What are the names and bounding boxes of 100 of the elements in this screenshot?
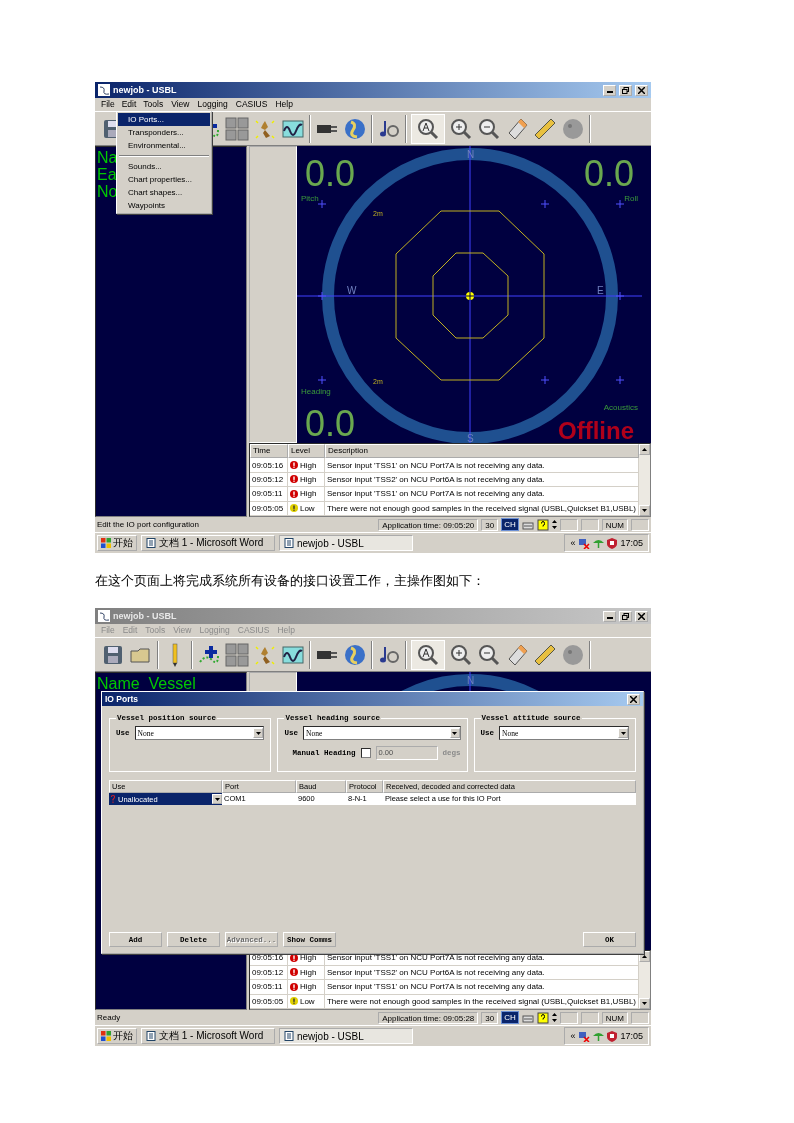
magnifier-letter-icon[interactable] — [416, 116, 440, 141]
table-cell: 09:05:11 — [249, 487, 288, 502]
compass-letter: W — [346, 285, 357, 296]
readout-label: Heading — [300, 387, 331, 396]
magnifier-letter-icon[interactable] — [416, 642, 440, 667]
menu-option[interactable]: Environmental... — [118, 139, 210, 152]
taskbar-task[interactable]: 文档 1 - Microsoft Word — [141, 1028, 275, 1044]
ruler-icon[interactable] — [533, 116, 557, 141]
dialog-title: IO Ports — [105, 694, 140, 704]
close-icon — [638, 612, 645, 620]
tray-expand-button[interactable]: « — [570, 538, 576, 548]
table-cell: Sensor input 'TSS2' on NCU Port6A is not receiving any data. — [324, 965, 639, 980]
table-cell: 09:05:11 — [249, 980, 288, 995]
taskbar-task[interactable]: 文档 1 - Microsoft Word — [141, 535, 275, 551]
app-count: 30 — [481, 518, 499, 531]
menu-option[interactable]: Waypoints — [118, 199, 210, 212]
close-button[interactable] — [635, 84, 648, 96]
plus-mark — [317, 291, 327, 301]
menu-item[interactable]: Logging — [193, 98, 232, 111]
shield-icon[interactable] — [607, 1030, 618, 1042]
plus-mark — [615, 375, 625, 385]
menu-item[interactable]: Tools — [139, 98, 168, 111]
network-icon[interactable] — [578, 1030, 591, 1042]
caption-text: 在这个页面上将完成系统所有设备的接口设置工作，主操作图如下： — [95, 573, 486, 588]
restore-icon — [622, 86, 629, 94]
menu-item[interactable]: View — [167, 98, 194, 111]
readout-label: Roll — [624, 194, 638, 203]
column-header[interactable]: Level — [287, 444, 325, 459]
language-indicator[interactable]: CH — [501, 1011, 519, 1024]
zoom-out-icon[interactable] — [477, 116, 501, 141]
menu-item[interactable]: File — [97, 98, 119, 111]
readout-value: 0.0 — [304, 403, 355, 443]
tray-expand-button[interactable]: « — [570, 1031, 576, 1041]
alert-icon — [289, 968, 298, 977]
readout-label: Pitch — [300, 194, 319, 203]
taskbar-task[interactable]: newjob - USBL — [279, 535, 413, 551]
table-cell: 09:05:05 — [249, 501, 288, 516]
network-icon[interactable] — [578, 537, 591, 549]
num-lock-indicator: NUM — [601, 518, 628, 531]
close-button[interactable] — [635, 610, 648, 622]
table-cell: There were not enough good samples in the received signal (USBL,Quickset B1,USBL) — [324, 501, 639, 516]
panel-text: Name Vessel — [97, 675, 196, 692]
panel-text: Ea — [97, 166, 117, 183]
zoom-in-icon[interactable] — [449, 116, 473, 141]
dropdown-arrow-icon — [256, 731, 261, 735]
language-indicator[interactable]: CH — [501, 518, 519, 531]
num-lock-indicator: NUM — [601, 1011, 628, 1024]
restore-button[interactable] — [619, 84, 632, 96]
app-time: Application time: 09:05:28 — [378, 1011, 479, 1024]
start-button[interactable]: 开始 — [97, 1028, 137, 1044]
panel-text: Na — [97, 149, 118, 166]
shield-icon[interactable] — [607, 537, 618, 549]
scroll-up-icon — [642, 448, 647, 451]
table-cell: 09:05:12 — [249, 472, 288, 488]
level-text: High — [299, 966, 317, 979]
plus-mark — [317, 375, 327, 385]
keyboard-keys-icon[interactable] — [225, 116, 249, 141]
start-button[interactable]: 开始 — [97, 535, 137, 551]
menu-option[interactable]: Sounds... — [118, 160, 210, 173]
readout-value: 0.0 — [583, 153, 634, 194]
scroll-down-icon — [642, 1002, 647, 1005]
menu-item[interactable]: CASIUS — [231, 98, 272, 111]
zoom-in-icon[interactable] — [449, 642, 473, 667]
alert-icon — [289, 461, 298, 470]
alert-icon — [289, 489, 298, 498]
help-icon[interactable] — [536, 1011, 549, 1024]
taskbar-task[interactable]: newjob - USBL — [279, 1028, 413, 1044]
menu-item[interactable]: Edit — [118, 99, 140, 110]
keyboard-keys-icon[interactable] — [225, 642, 249, 667]
restore-button[interactable] — [619, 610, 632, 622]
readout-value: 0.0 — [304, 153, 355, 194]
plus-mark — [615, 199, 625, 209]
level-text: High — [299, 981, 317, 994]
column-header[interactable]: Description — [324, 444, 639, 459]
column-header[interactable]: Time — [249, 444, 288, 459]
up-down-arrows-icon — [551, 1012, 557, 1023]
table-cell: Sensor input 'TSS2' on NCU Port6A is not receiving any data. — [324, 472, 639, 488]
dropdown-arrow-icon — [452, 731, 457, 735]
window-title: newjob - USBL — [113, 611, 178, 621]
menu-option[interactable]: Chart shapes... — [118, 186, 210, 199]
level-text: Low — [299, 995, 315, 1008]
menu-option[interactable]: IO Ports... — [118, 113, 210, 126]
alert-icon — [289, 982, 298, 991]
plus-mark — [317, 199, 327, 209]
target-icon — [465, 291, 475, 301]
window-title: newjob - USBL — [113, 85, 178, 95]
minimize-button[interactable] — [603, 84, 616, 96]
menu-item[interactable]: Help — [271, 98, 297, 111]
help-icon[interactable] — [536, 518, 549, 531]
ruler-icon[interactable] — [533, 642, 557, 667]
menu-option[interactable]: Transponders... — [118, 126, 210, 139]
menu-option[interactable]: Chart properties... — [118, 173, 210, 186]
minimize-button[interactable] — [603, 610, 616, 622]
scroll-up-icon — [642, 955, 647, 958]
restore-icon — [622, 612, 629, 620]
dropdown-arrow-icon — [620, 731, 626, 735]
info-icon — [289, 997, 298, 1006]
zoom-out-icon[interactable] — [477, 642, 501, 667]
app-count: 30 — [481, 1011, 499, 1024]
close-button[interactable] — [627, 693, 640, 705]
